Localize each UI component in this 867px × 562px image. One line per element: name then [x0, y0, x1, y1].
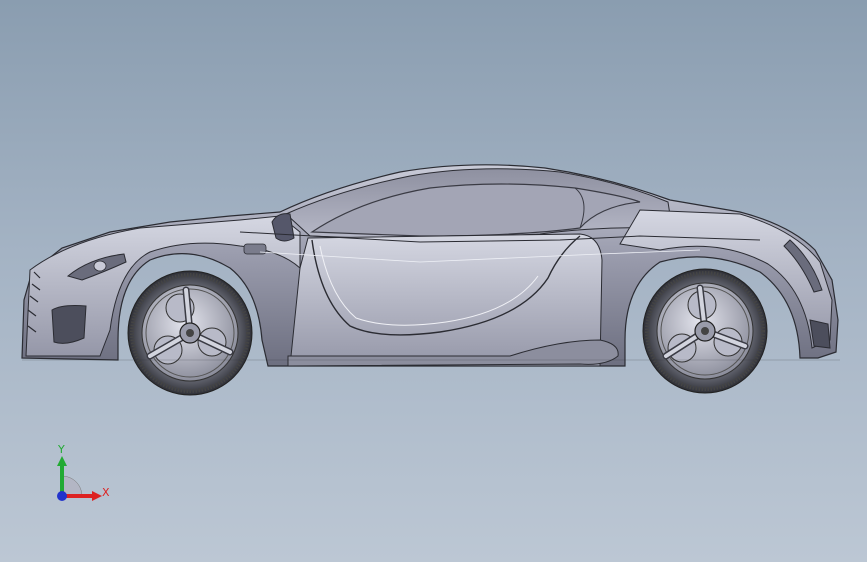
rear-wheel [642, 268, 768, 394]
y-axis-label: Y [58, 443, 65, 456]
car-model[interactable] [0, 0, 867, 562]
side-mirror [271, 213, 295, 242]
front-intake [51, 305, 87, 344]
front-wheel [127, 270, 253, 396]
z-axis-dot [57, 491, 67, 501]
graphics-viewport[interactable]: Y X [0, 0, 867, 562]
x-axis-label: X [102, 486, 110, 499]
